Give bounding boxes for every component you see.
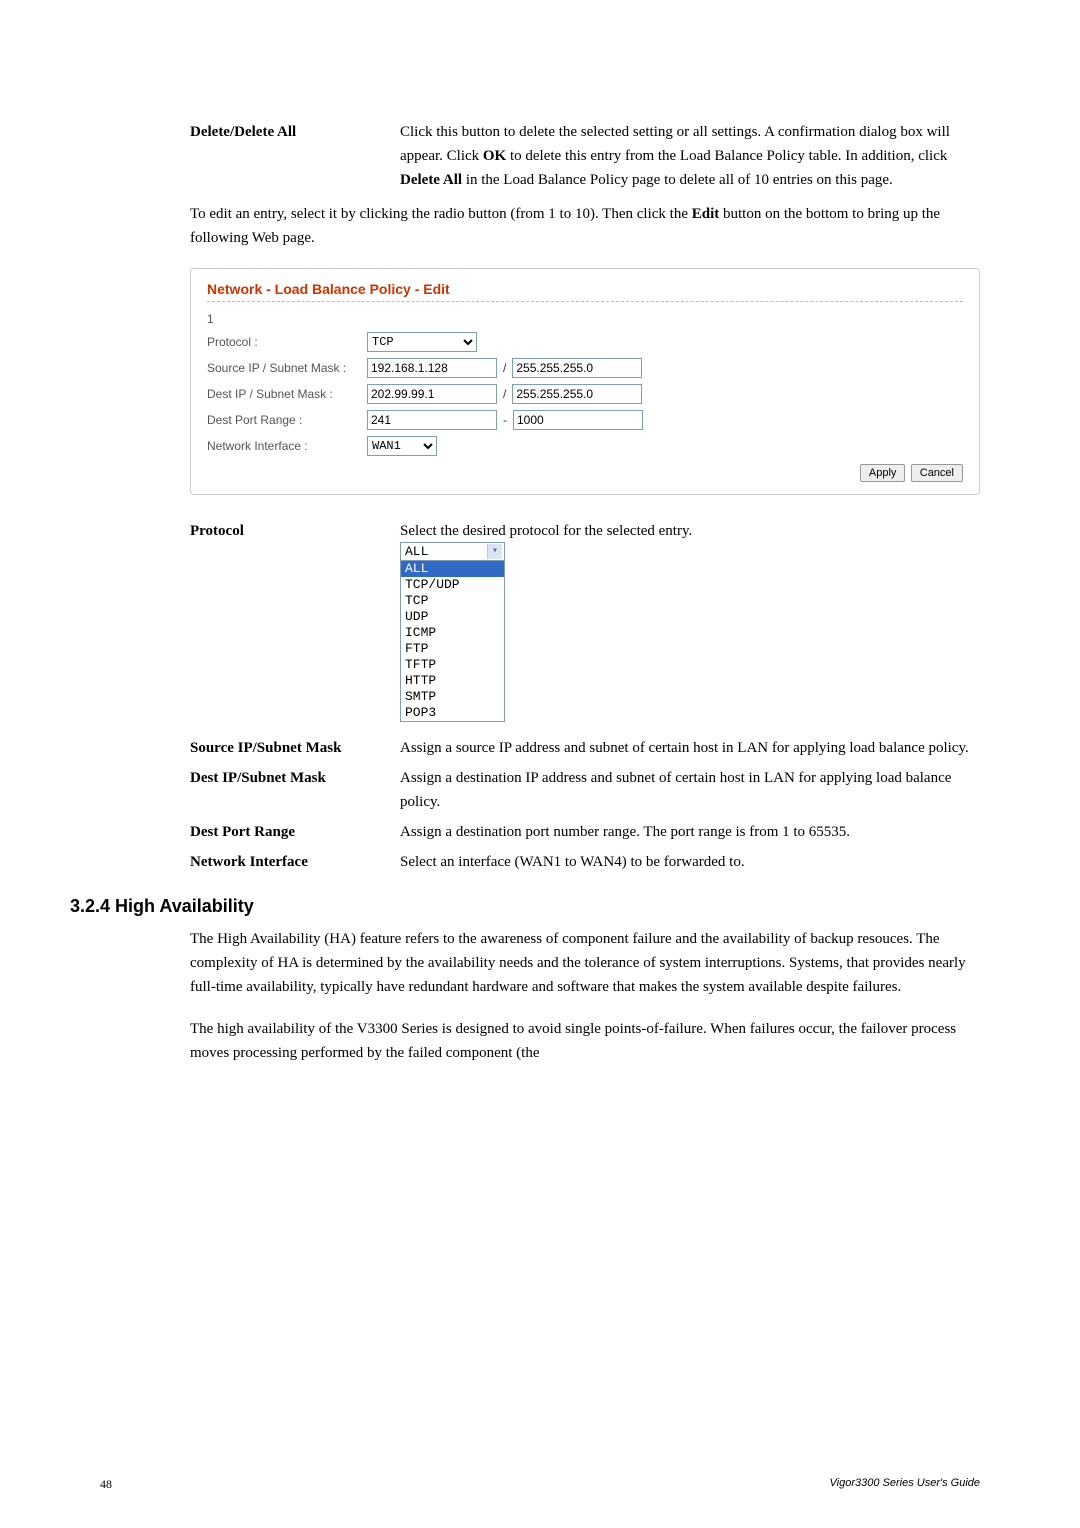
dst-label: Dest IP / Subnet Mask : bbox=[207, 387, 367, 401]
section-heading: 3.2.4 High Availability bbox=[70, 896, 980, 917]
delete-all-label: Delete/Delete All bbox=[190, 120, 400, 192]
port-label: Dest Port Range : bbox=[207, 413, 367, 427]
dropdown-option[interactable]: TCP bbox=[401, 593, 504, 609]
param-src-desc: Assign a source IP address and subnet of… bbox=[400, 736, 980, 760]
protocol-label: Protocol : bbox=[207, 335, 367, 349]
protocol-dropdown[interactable]: ALL ▾ ALL TCP/UDP TCP UDP ICMP FTP TFTP … bbox=[400, 542, 505, 722]
param-dst-label: Dest IP/Subnet Mask bbox=[190, 766, 400, 814]
delete-all-bold: Delete All bbox=[400, 172, 462, 188]
param-protocol-desc: Select the desired protocol for the sele… bbox=[400, 523, 980, 540]
slash: / bbox=[503, 361, 506, 375]
dst-mask-input[interactable] bbox=[512, 384, 642, 404]
slash: / bbox=[503, 387, 506, 401]
param-port-desc: Assign a destination port number range. … bbox=[400, 820, 980, 844]
dropdown-option[interactable]: POP3 bbox=[401, 705, 504, 721]
panel-title: Network - Load Balance Policy - Edit bbox=[207, 281, 963, 302]
iface-select[interactable]: WAN1 bbox=[367, 436, 437, 456]
ok-bold: OK bbox=[483, 148, 506, 164]
text: in the Load Balance Policy page to delet… bbox=[462, 172, 893, 188]
dropdown-selected: ALL bbox=[405, 544, 428, 559]
port-to-input[interactable] bbox=[513, 410, 643, 430]
text: to delete this entry from the Load Balan… bbox=[506, 148, 947, 164]
row-index: 1 bbox=[207, 312, 367, 326]
section-p1: The High Availability (HA) feature refer… bbox=[190, 927, 980, 999]
dropdown-option[interactable]: TFTP bbox=[401, 657, 504, 673]
guide-title: Vigor3300 Series User's Guide bbox=[830, 1477, 980, 1492]
edit-panel: Network - Load Balance Policy - Edit 1 P… bbox=[190, 268, 980, 495]
dropdown-list: ALL TCP/UDP TCP UDP ICMP FTP TFTP HTTP S… bbox=[401, 560, 504, 721]
section-p2: The high availability of the V3300 Serie… bbox=[190, 1017, 980, 1065]
dash: - bbox=[503, 413, 507, 427]
dropdown-option[interactable]: ALL bbox=[401, 561, 504, 577]
page-number: 48 bbox=[100, 1477, 112, 1492]
protocol-select[interactable]: TCP bbox=[367, 332, 477, 352]
edit-instruction: To edit an entry, select it by clicking … bbox=[190, 202, 980, 250]
param-port-label: Dest Port Range bbox=[190, 820, 400, 844]
chevron-down-icon: ▾ bbox=[487, 544, 502, 559]
text: To edit an entry, select it by clicking … bbox=[190, 206, 692, 222]
edit-bold: Edit bbox=[692, 206, 720, 222]
dropdown-option[interactable]: FTP bbox=[401, 641, 504, 657]
param-protocol-label: Protocol bbox=[190, 523, 400, 722]
src-mask-input[interactable] bbox=[512, 358, 642, 378]
iface-label: Network Interface : bbox=[207, 439, 367, 453]
dropdown-option[interactable]: ICMP bbox=[401, 625, 504, 641]
src-label: Source IP / Subnet Mask : bbox=[207, 361, 367, 375]
src-ip-input[interactable] bbox=[367, 358, 497, 378]
dropdown-option[interactable]: HTTP bbox=[401, 673, 504, 689]
cancel-button[interactable]: Cancel bbox=[911, 464, 963, 482]
param-iface-label: Network Interface bbox=[190, 850, 400, 874]
dropdown-option[interactable]: UDP bbox=[401, 609, 504, 625]
delete-all-desc: Click this button to delete the selected… bbox=[400, 120, 980, 192]
param-dst-desc: Assign a destination IP address and subn… bbox=[400, 766, 980, 814]
param-iface-desc: Select an interface (WAN1 to WAN4) to be… bbox=[400, 850, 980, 874]
port-from-input[interactable] bbox=[367, 410, 497, 430]
dropdown-option[interactable]: TCP/UDP bbox=[401, 577, 504, 593]
apply-button[interactable]: Apply bbox=[860, 464, 906, 482]
dropdown-option[interactable]: SMTP bbox=[401, 689, 504, 705]
param-src-label: Source IP/Subnet Mask bbox=[190, 736, 400, 760]
dst-ip-input[interactable] bbox=[367, 384, 497, 404]
